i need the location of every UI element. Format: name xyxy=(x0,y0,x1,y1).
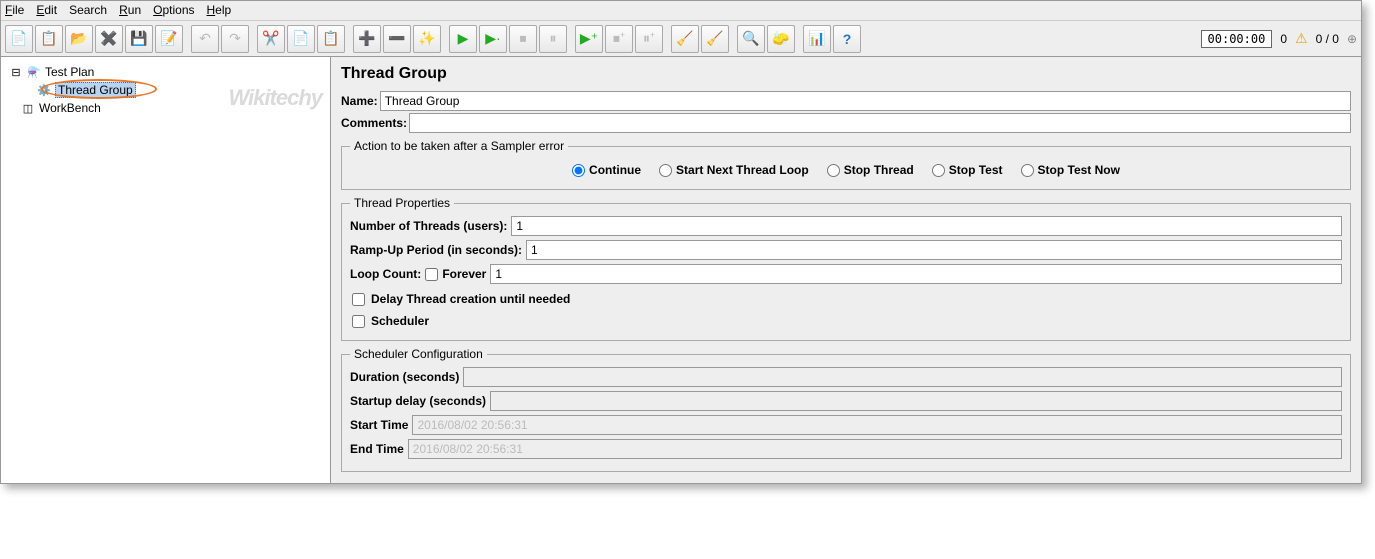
start-icon[interactable]: ▶ xyxy=(449,25,477,53)
tree-label: Test Plan xyxy=(45,65,94,79)
scheduler-checkbox[interactable] xyxy=(352,315,365,328)
saveas-icon[interactable]: 📝 xyxy=(155,25,183,53)
rampup-label: Ramp-Up Period (in seconds): xyxy=(350,243,522,257)
help-icon[interactable]: ? xyxy=(833,25,861,53)
paste-icon[interactable]: 📋 xyxy=(317,25,345,53)
scheduler-fieldset: Scheduler Configuration Duration (second… xyxy=(341,347,1351,472)
tree-threadgroup[interactable]: ⚙️ Thread Group xyxy=(5,81,326,99)
remote-start-icon[interactable]: ▶⁺ xyxy=(575,25,603,53)
startup-input xyxy=(490,391,1342,411)
remote-stop-icon[interactable]: ⏹⁺ xyxy=(605,25,633,53)
endtime-label: End Time xyxy=(350,442,404,456)
remove-icon[interactable]: ➖ xyxy=(383,25,411,53)
save-icon[interactable]: 💾 xyxy=(125,25,153,53)
endtime-input xyxy=(408,439,1342,459)
radio-continue[interactable]: Continue xyxy=(572,163,641,177)
warning-icon[interactable]: ⚠ xyxy=(1295,30,1308,47)
search-icon[interactable]: 🔍 xyxy=(737,25,765,53)
open-icon[interactable]: 📂 xyxy=(65,25,93,53)
thread-legend: Thread Properties xyxy=(350,196,454,210)
gear-icon: ⚙️ xyxy=(37,83,51,97)
menubar: File Edit Search Run Options Help xyxy=(1,1,1361,21)
cut-icon[interactable]: ✂️ xyxy=(257,25,285,53)
radio-stopthread[interactable]: Stop Thread xyxy=(827,163,914,177)
tree-label: WorkBench xyxy=(39,101,101,115)
menu-run[interactable]: Run xyxy=(119,3,141,18)
radio-stoptestnow[interactable]: Stop Test Now xyxy=(1021,163,1120,177)
starttime-label: Start Time xyxy=(350,418,408,432)
tree-panel: ⊟ ⚗️ Test Plan ⚙️ Thread Group ◫ WorkBen… xyxy=(1,57,331,483)
menu-search[interactable]: Search xyxy=(69,3,107,18)
name-input[interactable] xyxy=(380,91,1351,111)
duration-label: Duration (seconds) xyxy=(350,370,459,384)
action-legend: Action to be taken after a Sampler error xyxy=(350,139,568,153)
duration-input xyxy=(463,367,1342,387)
copy-icon[interactable]: 📄 xyxy=(287,25,315,53)
menu-help[interactable]: Help xyxy=(207,3,232,18)
numthreads-label: Number of Threads (users): xyxy=(350,219,507,233)
expand-icon[interactable]: ⊕ xyxy=(1347,32,1357,46)
tree-label-selected: Thread Group xyxy=(55,82,136,98)
name-label: Name: xyxy=(341,94,378,108)
templates-icon[interactable]: 📋 xyxy=(35,25,63,53)
toolbar: 📄 📋 📂 ✖️ 💾 📝 ↶ ↷ ✂️ 📄 📋 ➕ ➖ ✨ ▶ ▶· ⏹ ⏸ ▶… xyxy=(1,21,1361,57)
sched-legend: Scheduler Configuration xyxy=(350,347,487,361)
new-icon[interactable]: 📄 xyxy=(5,25,33,53)
clearall-icon[interactable]: 🧹 xyxy=(701,25,729,53)
action-fieldset: Action to be taken after a Sampler error… xyxy=(341,139,1351,190)
forever-checkbox[interactable] xyxy=(425,268,438,281)
radio-startnext[interactable]: Start Next Thread Loop xyxy=(659,163,809,177)
error-count: 0 xyxy=(1280,32,1287,46)
content-panel: Thread Group Name: Comments: Action to b… xyxy=(331,57,1361,483)
forever-label: Forever xyxy=(442,267,486,281)
shutdown-icon[interactable]: ⏸ xyxy=(539,25,567,53)
tree-workbench[interactable]: ◫ WorkBench xyxy=(5,99,326,117)
page-title: Thread Group xyxy=(341,65,1351,83)
redo-icon[interactable]: ↷ xyxy=(221,25,249,53)
thread-fieldset: Thread Properties Number of Threads (use… xyxy=(341,196,1351,341)
add-icon[interactable]: ➕ xyxy=(353,25,381,53)
collapse-icon[interactable]: ⊟ xyxy=(9,65,23,79)
menu-file[interactable]: File xyxy=(5,3,24,18)
menu-options[interactable]: Options xyxy=(153,3,194,18)
undo-icon[interactable]: ↶ xyxy=(191,25,219,53)
numthreads-input[interactable] xyxy=(511,216,1342,236)
start-notimers-icon[interactable]: ▶· xyxy=(479,25,507,53)
scheduler-label: Scheduler xyxy=(371,314,429,328)
stop-icon[interactable]: ⏹ xyxy=(509,25,537,53)
delay-label: Delay Thread creation until needed xyxy=(371,292,570,306)
clear-icon[interactable]: 🧹 xyxy=(671,25,699,53)
rampup-input[interactable] xyxy=(526,240,1342,260)
comments-label: Comments: xyxy=(341,116,407,130)
workbench-icon: ◫ xyxy=(21,101,35,115)
elapsed-timer: 00:00:00 xyxy=(1201,30,1273,48)
starttime-input xyxy=(412,415,1342,435)
thread-ratio: 0 / 0 xyxy=(1316,32,1339,46)
remote-shutdown-icon[interactable]: ⏸⁺ xyxy=(635,25,663,53)
loop-label: Loop Count: xyxy=(350,267,421,281)
menu-edit[interactable]: Edit xyxy=(36,3,57,18)
comments-input[interactable] xyxy=(409,113,1351,133)
delay-checkbox[interactable] xyxy=(352,293,365,306)
radio-stoptest[interactable]: Stop Test xyxy=(932,163,1003,177)
loop-input[interactable] xyxy=(490,264,1342,284)
close-icon[interactable]: ✖️ xyxy=(95,25,123,53)
flask-icon: ⚗️ xyxy=(27,65,41,79)
function-icon[interactable]: 📊 xyxy=(803,25,831,53)
tree-testplan[interactable]: ⊟ ⚗️ Test Plan xyxy=(5,63,326,81)
toggle-icon[interactable]: ✨ xyxy=(413,25,441,53)
reset-search-icon[interactable]: 🧽 xyxy=(767,25,795,53)
startup-label: Startup delay (seconds) xyxy=(350,394,486,408)
